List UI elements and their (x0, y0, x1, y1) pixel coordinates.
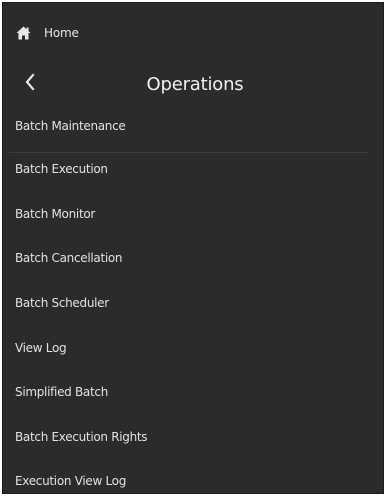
menu-item-label: Batch Cancellation (15, 251, 123, 266)
menu-item-label: Execution View Log (15, 474, 127, 489)
menu-item-label: Simplified Batch (15, 385, 108, 400)
menu-item-batch-maintenance[interactable]: Batch Maintenance (3, 107, 383, 147)
menu-item-batch-execution[interactable]: Batch Execution (3, 147, 383, 192)
menu-item-label: Batch Execution Rights (15, 429, 148, 444)
home-link[interactable]: Home (3, 3, 383, 59)
menu-item-label: Batch Scheduler (15, 296, 109, 311)
menu-item-label: Batch Maintenance (15, 119, 126, 133)
menu-item-batch-scheduler[interactable]: Batch Scheduler (3, 281, 383, 326)
menu-item-simplified-batch[interactable]: Simplified Batch (3, 370, 383, 415)
menu-item-batch-monitor[interactable]: Batch Monitor (3, 192, 383, 237)
operations-menu-list: Batch Maintenance Batch Execution Batch … (3, 107, 383, 493)
menu-item-batch-execution-rights[interactable]: Batch Execution Rights (3, 415, 383, 460)
home-icon (16, 26, 31, 40)
menu-item-view-log[interactable]: View Log (3, 325, 383, 370)
operations-menu-panel: Home Operations Batch Maintenance Batch … (2, 2, 384, 494)
home-label: Home (44, 26, 79, 40)
menu-header: Operations (3, 61, 383, 109)
menu-item-label: Batch Monitor (15, 206, 96, 221)
menu-item-label: View Log (15, 340, 67, 355)
menu-item-batch-cancellation[interactable]: Batch Cancellation (3, 236, 383, 281)
menu-item-execution-view-log[interactable]: Execution View Log (3, 459, 383, 493)
page-title: Operations (146, 74, 244, 95)
menu-item-label: Batch Execution (15, 162, 108, 177)
